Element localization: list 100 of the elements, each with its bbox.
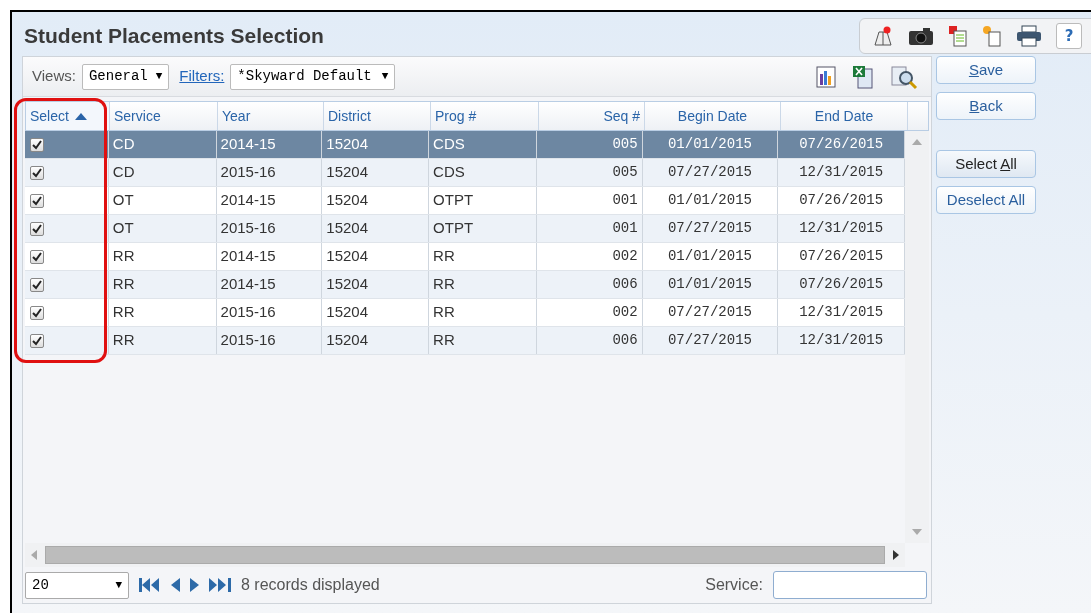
filters-dropdown[interactable]: *Skyward Default ▼ (230, 63, 396, 90)
scroll-thumb[interactable] (45, 546, 885, 564)
table-cell: 07/27/2015 (642, 299, 779, 326)
table-cell: CD (108, 159, 217, 186)
service-input-field[interactable] (773, 571, 927, 599)
grid-row[interactable]: RR 2015-16 15204 RR 002 07/27/2015 12/31/2015 (25, 299, 905, 327)
table-cell: 005 (536, 131, 643, 158)
bar-chart-icon[interactable] (816, 65, 836, 88)
checkmark-icon (32, 195, 42, 206)
window-title: Student Placements Selection (24, 23, 324, 49)
table-cell: CD (108, 131, 217, 158)
column-header[interactable]: Seq # (539, 102, 645, 130)
table-cell: OT (108, 187, 217, 214)
filters-link[interactable]: Filters: (179, 65, 225, 88)
copy-icon[interactable] (948, 25, 968, 47)
row-checkbox[interactable] (30, 277, 44, 292)
table-cell: 002 (536, 299, 643, 326)
table-cell: 15204 (322, 215, 430, 242)
spreadsheet-icon[interactable] (852, 64, 874, 89)
table-cell: RR (429, 299, 537, 326)
row-checkbox[interactable] (30, 305, 44, 320)
column-header[interactable]: Year (218, 102, 324, 130)
table-cell: OTPT (429, 187, 537, 214)
map-pin-icon[interactable] (872, 25, 894, 47)
next-page-icon[interactable] (190, 578, 199, 592)
side-button[interactable]: Select All (936, 150, 1036, 178)
print-icon[interactable] (1016, 25, 1042, 47)
records-count: 8 records displayed (241, 575, 380, 595)
checkmark-icon (32, 167, 42, 178)
views-label: Views: (32, 66, 76, 87)
table-cell: 01/01/2015 (642, 271, 779, 298)
grid-row[interactable]: RR 2014-15 15204 RR 002 01/01/2015 07/26/2015 (25, 243, 905, 271)
table-cell: 006 (536, 271, 643, 298)
row-checkbox[interactable] (30, 193, 44, 208)
table-cell: 07/27/2015 (642, 159, 779, 186)
service-label: Service: (705, 575, 763, 595)
side-button[interactable]: Back (936, 92, 1036, 120)
column-header[interactable]: District (324, 102, 431, 130)
help-button[interactable]: ? (1056, 23, 1082, 49)
column-header[interactable]: Service (110, 102, 218, 130)
print-preview-icon[interactable] (890, 63, 918, 90)
table-cell: CDS (429, 159, 537, 186)
column-header[interactable]: End Date (781, 102, 908, 130)
checkmark-icon (32, 307, 42, 318)
table-cell: 15204 (322, 299, 430, 326)
table-cell: RR (108, 243, 217, 270)
grid-row[interactable]: RR 2014-15 15204 RR 006 01/01/2015 07/26/2015 (25, 271, 905, 299)
grid-row[interactable]: CD 2014-15 15204 CDS 005 01/01/2015 07/26/2015 (25, 131, 905, 159)
horizontal-scrollbar[interactable] (25, 543, 905, 567)
table-cell: RR (429, 243, 537, 270)
sort-ascending-icon (74, 112, 87, 120)
table-cell: 15204 (322, 187, 430, 214)
grid-row[interactable]: OT 2014-15 15204 OTPT 001 01/01/2015 07/26/2015 (25, 187, 905, 215)
table-cell: 002 (536, 243, 643, 270)
new-document-icon[interactable] (982, 25, 1002, 47)
views-dropdown[interactable]: General ▼ (81, 63, 170, 90)
side-button[interactable]: Save (936, 56, 1036, 84)
table-cell: 2014-15 (216, 243, 323, 270)
row-checkbox[interactable] (30, 249, 44, 264)
table-cell: OT (108, 215, 217, 242)
table-cell: 01/01/2015 (642, 243, 779, 270)
row-checkbox[interactable] (30, 137, 44, 152)
first-page-icon[interactable] (139, 578, 161, 592)
table-cell: 2014-15 (216, 131, 323, 158)
table-cell: 006 (536, 327, 643, 354)
table-cell: RR (429, 327, 537, 354)
table-cell: 15204 (322, 131, 430, 158)
table-cell: 15204 (322, 243, 430, 270)
table-cell: 15204 (322, 271, 430, 298)
table-cell: 2015-16 (216, 159, 323, 186)
row-checkbox[interactable] (30, 221, 44, 236)
column-header[interactable]: Prog # (431, 102, 539, 130)
last-page-icon[interactable] (209, 578, 231, 592)
table-cell: OTPT (429, 215, 537, 242)
side-button[interactable]: Deselect All (936, 186, 1036, 214)
column-header[interactable]: Begin Date (645, 102, 781, 130)
table-cell: 2015-16 (216, 327, 323, 354)
checkmark-icon (32, 139, 42, 150)
table-cell: 2015-16 (216, 299, 323, 326)
previous-page-icon[interactable] (171, 578, 180, 592)
scroll-right-icon[interactable] (893, 550, 899, 560)
table-cell: 2014-15 (216, 271, 323, 298)
grid-row[interactable]: RR 2015-16 15204 RR 006 07/27/2015 12/31/2015 (25, 327, 905, 355)
table-cell: 2015-16 (216, 215, 323, 242)
grid-row[interactable]: CD 2015-16 15204 CDS 005 07/27/2015 12/31/2015 (25, 159, 905, 187)
column-header[interactable]: Select (26, 102, 110, 130)
checkmark-icon (32, 279, 42, 290)
camera-icon[interactable] (908, 26, 934, 46)
table-cell: 005 (536, 159, 643, 186)
page-size-dropdown[interactable]: 20 ▼ (25, 571, 129, 599)
row-checkbox[interactable] (30, 333, 44, 348)
row-checkbox[interactable] (30, 165, 44, 180)
table-cell: RR (108, 271, 217, 298)
grid-row[interactable]: OT 2015-16 15204 OTPT 001 07/27/2015 12/31/2015 (25, 215, 905, 243)
table-cell: RR (108, 299, 217, 326)
table-cell: 2014-15 (216, 187, 323, 214)
table-cell: 001 (536, 187, 643, 214)
table-cell: CDS (429, 131, 537, 158)
table-cell: 15204 (322, 159, 430, 186)
table-cell: 15204 (322, 327, 430, 354)
